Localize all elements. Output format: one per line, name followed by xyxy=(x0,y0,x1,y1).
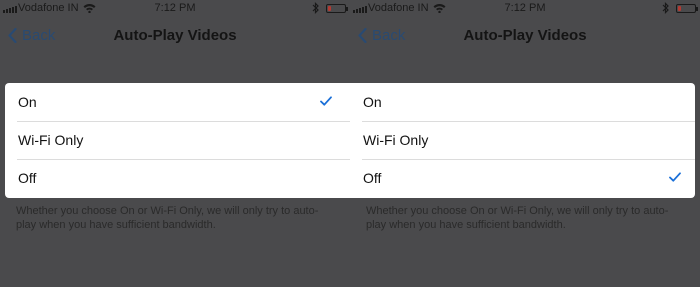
option-label: Off xyxy=(363,170,382,186)
bluetooth-icon xyxy=(662,2,669,14)
status-bar: Vodafone IN 7:12 PM xyxy=(0,0,350,18)
options-sheet: On Wi-Fi Only Off xyxy=(350,83,695,198)
screen-right: Vodafone IN 7:12 PM Back Auto-Play Video… xyxy=(350,0,700,287)
navigation-bar: Back Auto-Play Videos xyxy=(350,18,700,54)
option-off[interactable]: Off xyxy=(5,159,350,197)
options-sheet: On Wi-Fi Only Off xyxy=(5,83,350,198)
option-off[interactable]: Off xyxy=(350,159,695,197)
option-label: On xyxy=(363,94,382,110)
screen-left: Vodafone IN 7:12 PM Back Auto-Play Video… xyxy=(0,0,350,287)
checkmark-icon xyxy=(669,172,681,182)
option-label: Off xyxy=(18,170,37,186)
footnote-text: Whether you choose On or Wi-Fi Only, we … xyxy=(366,205,669,231)
battery-low-icon xyxy=(326,4,348,13)
option-on[interactable]: On xyxy=(350,83,695,121)
option-label: On xyxy=(18,94,37,110)
option-label: Wi-Fi Only xyxy=(363,132,429,148)
bluetooth-icon xyxy=(312,2,319,14)
option-wifi-only[interactable]: Wi-Fi Only xyxy=(5,121,350,159)
status-time: 7:12 PM xyxy=(504,2,546,14)
option-label: Wi-Fi Only xyxy=(18,132,84,148)
page-title: Auto-Play Videos xyxy=(463,27,587,44)
checkmark-icon xyxy=(320,96,332,106)
page-title: Auto-Play Videos xyxy=(113,27,237,44)
status-bar: Vodafone IN 7:12 PM xyxy=(350,0,700,18)
footnote-text: Whether you choose On or Wi-Fi Only, we … xyxy=(16,205,319,231)
option-on[interactable]: On xyxy=(5,83,350,121)
option-wifi-only[interactable]: Wi-Fi Only xyxy=(350,121,695,159)
comparison-stage: Vodafone IN 7:12 PM Back Auto-Play Video… xyxy=(0,0,700,287)
navigation-bar: Back Auto-Play Videos xyxy=(0,18,350,54)
status-time: 7:12 PM xyxy=(154,2,196,14)
battery-low-icon xyxy=(676,4,698,13)
